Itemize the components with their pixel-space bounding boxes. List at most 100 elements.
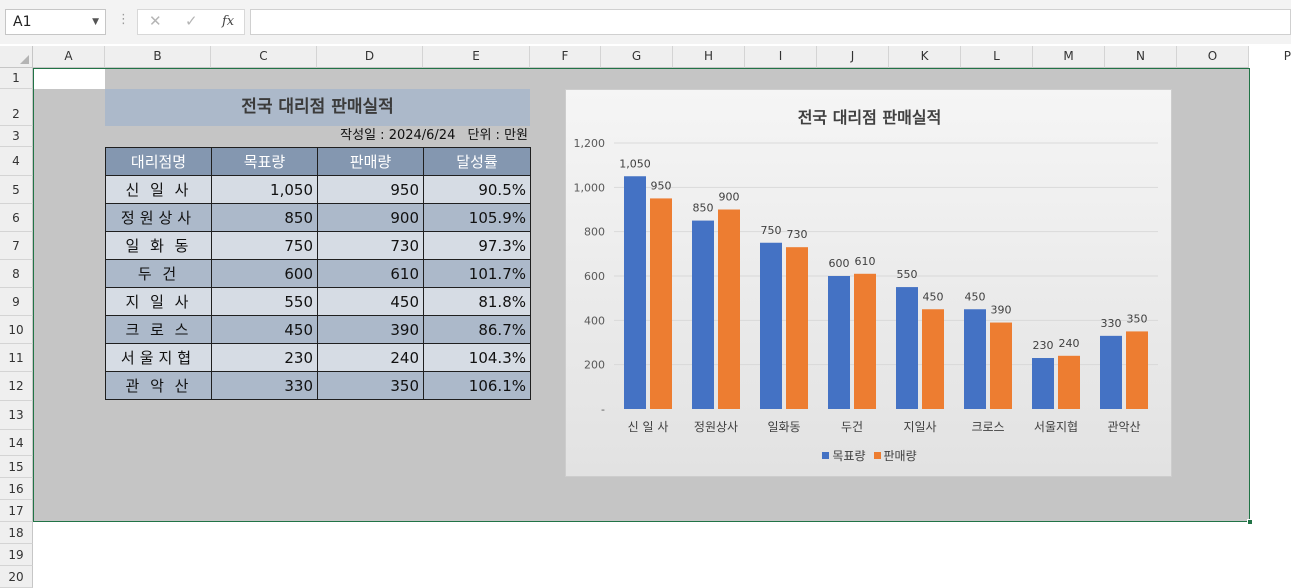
row-header-2[interactable]: 2 — [0, 89, 33, 126]
chevron-down-icon[interactable]: ▼ — [92, 10, 99, 34]
row-header-3[interactable]: 3 — [0, 126, 33, 147]
target-cell[interactable]: 330 — [211, 371, 318, 400]
row-header-20[interactable]: 20 — [0, 566, 33, 588]
row-header-11[interactable]: 11 — [0, 344, 33, 372]
rate-cell[interactable]: 86.7% — [423, 315, 531, 344]
bar-target[interactable] — [896, 287, 918, 409]
rate-cell[interactable]: 81.8% — [423, 287, 531, 316]
branch-name-cell[interactable]: 두 건 — [105, 259, 212, 288]
bar-sales[interactable] — [650, 198, 672, 409]
target-cell[interactable]: 230 — [211, 343, 318, 372]
formula-input[interactable] — [250, 9, 1291, 35]
row-header-7[interactable]: 7 — [0, 232, 33, 260]
row-header-6[interactable]: 6 — [0, 204, 33, 232]
branch-name-cell[interactable]: 정원상사 — [105, 203, 212, 232]
bar-target[interactable] — [760, 242, 782, 409]
row-header-1[interactable]: 1 — [0, 68, 33, 89]
row-header-14[interactable]: 14 — [0, 430, 33, 456]
cancel-icon[interactable]: ✕ — [149, 12, 162, 30]
column-header-o[interactable]: O — [1177, 46, 1249, 68]
row-header-13[interactable]: 13 — [0, 401, 33, 430]
sales-cell[interactable]: 730 — [317, 231, 424, 260]
insert-function-icon[interactable]: fx — [222, 14, 234, 29]
branch-name-cell[interactable]: 지 일 사 — [105, 287, 212, 316]
sales-cell[interactable]: 390 — [317, 315, 424, 344]
row-header-12[interactable]: 12 — [0, 372, 33, 401]
column-header-e[interactable]: E — [423, 46, 530, 68]
legend-item[interactable]: 목표량 — [822, 447, 866, 464]
bar-target[interactable] — [692, 220, 714, 409]
column-header-n[interactable]: N — [1105, 46, 1177, 68]
bar-target[interactable] — [828, 276, 850, 409]
row-header-9[interactable]: 9 — [0, 288, 33, 316]
column-header-i[interactable]: I — [745, 46, 817, 68]
column-header-l[interactable]: L — [961, 46, 1033, 68]
row-header-8[interactable]: 8 — [0, 260, 33, 288]
target-cell[interactable]: 750 — [211, 231, 318, 260]
rate-cell[interactable]: 104.3% — [423, 343, 531, 372]
target-cell[interactable]: 550 — [211, 287, 318, 316]
target-cell[interactable]: 600 — [211, 259, 318, 288]
sales-cell[interactable]: 610 — [317, 259, 424, 288]
bar-sales[interactable] — [1126, 331, 1148, 409]
row-header-19[interactable]: 19 — [0, 544, 33, 566]
bar-sales[interactable] — [1058, 355, 1080, 409]
row-header-15[interactable]: 15 — [0, 456, 33, 478]
active-cell-a1[interactable] — [34, 69, 105, 89]
target-cell[interactable]: 1,050 — [211, 175, 318, 204]
rate-cell[interactable]: 105.9% — [423, 203, 531, 232]
target-cell[interactable]: 450 — [211, 315, 318, 344]
bar-target[interactable] — [1100, 335, 1122, 409]
name-box[interactable]: A1 ▼ — [5, 9, 106, 35]
rate-cell[interactable]: 101.7% — [423, 259, 531, 288]
branch-name-cell[interactable]: 일 화 동 — [105, 231, 212, 260]
row-header-17[interactable]: 17 — [0, 500, 33, 522]
column-header-f[interactable]: F — [530, 46, 601, 68]
column-header-b[interactable]: B — [105, 46, 211, 68]
row-header-16[interactable]: 16 — [0, 478, 33, 500]
chart-legend[interactable]: 목표량 판매량 — [566, 447, 1173, 464]
enter-icon[interactable]: ✓ — [185, 12, 198, 30]
column-header-j[interactable]: J — [817, 46, 889, 68]
column-header-m[interactable]: M — [1033, 46, 1105, 68]
rate-cell[interactable]: 97.3% — [423, 231, 531, 260]
sales-cell[interactable]: 450 — [317, 287, 424, 316]
rate-cell[interactable]: 90.5% — [423, 175, 531, 204]
fill-handle[interactable] — [1247, 519, 1253, 525]
row-header-5[interactable]: 5 — [0, 176, 33, 204]
sheet-title[interactable]: 전국 대리점 판매실적 — [105, 89, 530, 126]
target-cell[interactable]: 850 — [211, 203, 318, 232]
header-branch[interactable]: 대리점명 — [105, 147, 212, 176]
bar-target[interactable] — [1032, 358, 1054, 409]
bar-sales[interactable] — [786, 247, 808, 409]
bar-sales[interactable] — [990, 322, 1012, 409]
bar-target[interactable] — [964, 309, 986, 409]
branch-name-cell[interactable]: 크 로 스 — [105, 315, 212, 344]
sales-cell[interactable]: 900 — [317, 203, 424, 232]
column-header-h[interactable]: H — [673, 46, 745, 68]
header-target[interactable]: 목표량 — [211, 147, 318, 176]
row-header-4[interactable]: 4 — [0, 147, 33, 176]
column-header-k[interactable]: K — [889, 46, 961, 68]
sales-cell[interactable]: 350 — [317, 371, 424, 400]
bar-sales[interactable] — [922, 309, 944, 409]
branch-name-cell[interactable]: 신 일 사 — [105, 175, 212, 204]
branch-name-cell[interactable]: 관 악 산 — [105, 371, 212, 400]
select-all-button[interactable] — [0, 46, 33, 68]
bar-sales[interactable] — [718, 209, 740, 410]
header-rate[interactable]: 달성률 — [423, 147, 531, 176]
rate-cell[interactable]: 106.1% — [423, 371, 531, 400]
bar-sales[interactable] — [854, 273, 876, 409]
row-header-10[interactable]: 10 — [0, 316, 33, 344]
header-sales[interactable]: 판매량 — [317, 147, 424, 176]
row-header-18[interactable]: 18 — [0, 522, 33, 544]
sales-chart[interactable]: 전국 대리점 판매실적 -200 400 600 800 1,000 1,200 1,050… — [565, 89, 1172, 477]
sales-cell[interactable]: 240 — [317, 343, 424, 372]
column-header-d[interactable]: D — [317, 46, 423, 68]
column-header-g[interactable]: G — [601, 46, 673, 68]
legend-item[interactable]: 판매량 — [873, 447, 917, 464]
column-header-c[interactable]: C — [211, 46, 317, 68]
column-header-a[interactable]: A — [33, 46, 105, 68]
sales-cell[interactable]: 950 — [317, 175, 424, 204]
branch-name-cell[interactable]: 서울지협 — [105, 343, 212, 372]
